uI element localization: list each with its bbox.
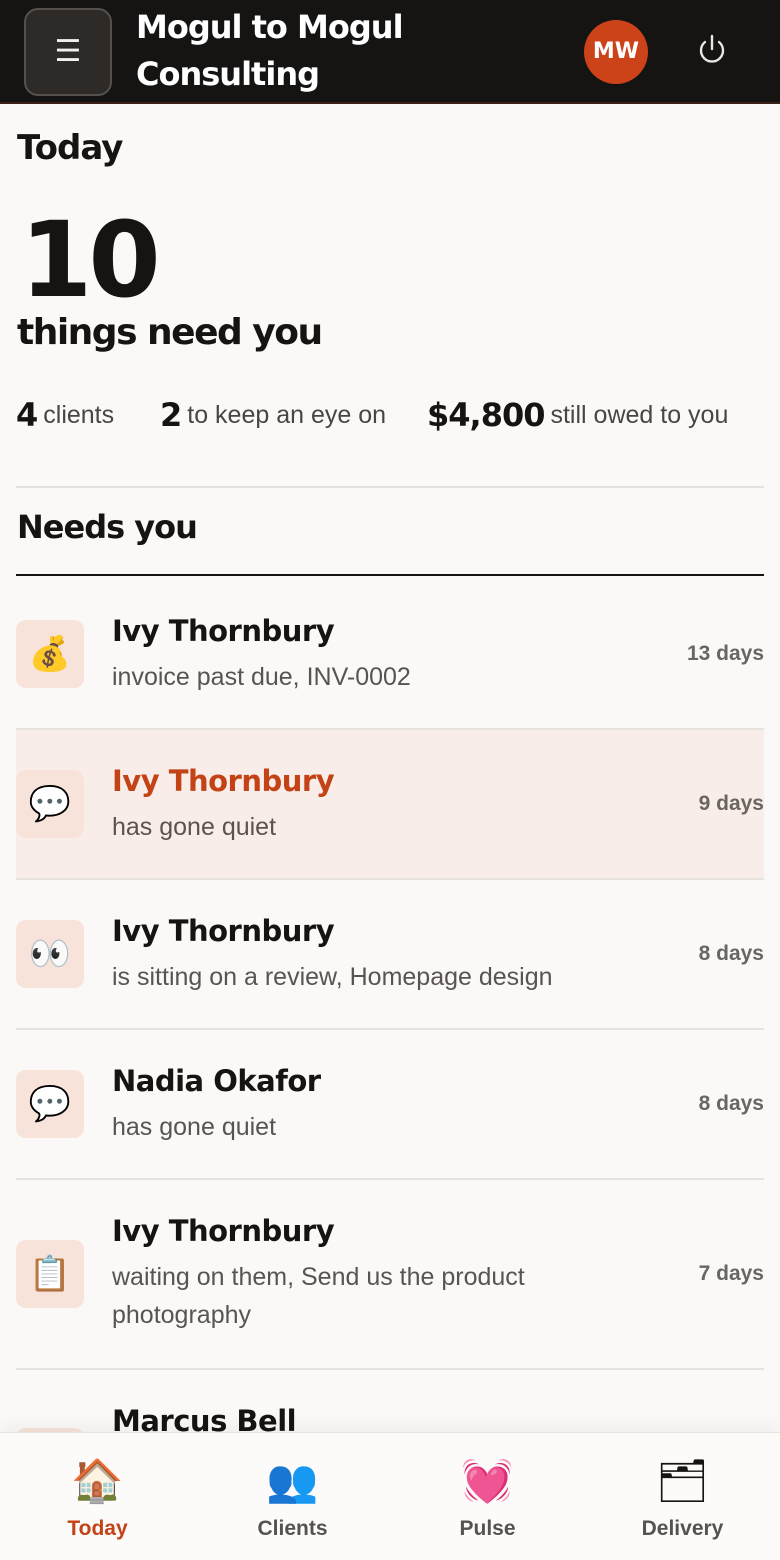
nav-label: Pulse [459, 1517, 516, 1540]
section-title: Needs you [17, 508, 198, 546]
list-item[interactable]: 💬 Nadia Okafor has gone quiet 8 days [16, 1030, 764, 1180]
item-name: Ivy Thornbury [112, 1214, 335, 1248]
bottom-nav: 🏠 Today 👥 Clients 💓 Pulse 🗂 Delivery [0, 1432, 780, 1560]
heart-icon: 💓 [461, 1456, 514, 1505]
divider [16, 486, 764, 488]
nav-today[interactable]: 🏠 Today [0, 1433, 195, 1560]
list-item[interactable]: 📋 Ivy Thornbury waiting on them, Send us… [16, 1180, 764, 1370]
list-item[interactable]: 💰 Ivy Thornbury invoice past due, INV-00… [16, 578, 764, 730]
home-icon: 🏠 [71, 1456, 124, 1505]
item-desc: waiting on them, Send us the product pho… [112, 1263, 525, 1329]
list-item[interactable]: 💬 Ivy Thornbury has gone quiet 9 days [16, 730, 764, 880]
things-count: 10 [20, 199, 161, 321]
item-name: Ivy Thornbury [112, 914, 335, 948]
stat-value: 2 [160, 396, 182, 434]
nav-pulse[interactable]: 💓 Pulse [390, 1433, 585, 1560]
stat-label: still owed to you [550, 400, 729, 429]
item-desc: is sitting on a review, Homepage design [112, 963, 553, 991]
stat-label: to keep an eye on [187, 400, 387, 429]
stats-row: 4 clients 2 to keep an eye on $4,800 still … [0, 396, 780, 440]
item-desc: invoice past due, INV-0002 [112, 663, 411, 691]
menu-button[interactable]: ☰ [24, 8, 112, 96]
nav-clients[interactable]: 👥 Clients [195, 1433, 390, 1560]
nav-delivery[interactable]: 🗂 Delivery [585, 1433, 780, 1560]
nav-label: Delivery [641, 1517, 724, 1540]
stat-watch[interactable]: 2 to keep an eye on [160, 396, 386, 434]
stat-owed[interactable]: $4,800 still owed to you [427, 396, 728, 434]
app-header: ☰ Mogul to Mogul Consulting MW [0, 0, 780, 104]
menu-icon: ☰ [54, 34, 82, 69]
item-days: 8 days [698, 942, 764, 965]
power-icon[interactable] [694, 32, 730, 68]
speech-bubble-icon: 💬 [16, 770, 84, 838]
divider [16, 574, 764, 576]
clients-icon: 👥 [266, 1456, 319, 1505]
eyes-icon: 👀 [16, 920, 84, 988]
item-name: Ivy Thornbury [112, 614, 335, 648]
item-days: 7 days [698, 1262, 764, 1285]
list-item[interactable]: 👀 Ivy Thornbury is sitting on a review, … [16, 880, 764, 1030]
stat-value: $4,800 [427, 396, 545, 434]
item-days: 8 days [698, 1092, 764, 1115]
nav-label: Clients [257, 1517, 328, 1540]
things-count-label: things need you [17, 312, 323, 353]
item-name: Nadia Okafor [112, 1064, 321, 1098]
money-bag-icon: 💰 [16, 620, 84, 688]
stat-label: clients [43, 400, 115, 429]
folder-icon: 🗂 [655, 1456, 710, 1505]
item-desc: has gone quiet [112, 1113, 277, 1141]
stat-value: 4 [16, 396, 38, 434]
item-name: Ivy Thornbury [112, 764, 335, 798]
item-days: 13 days [686, 642, 764, 665]
stat-clients[interactable]: 4 clients [16, 396, 114, 434]
brand-title: Mogul to Mogul Consulting [136, 8, 404, 93]
item-days: 9 days [698, 792, 764, 815]
item-desc: has gone quiet [112, 813, 277, 841]
nav-label: Today [67, 1517, 128, 1540]
clipboard-icon: 📋 [16, 1240, 84, 1308]
page-title: Today [17, 128, 123, 168]
avatar[interactable]: MW [584, 20, 648, 84]
speech-bubble-icon: 💬 [16, 1070, 84, 1138]
